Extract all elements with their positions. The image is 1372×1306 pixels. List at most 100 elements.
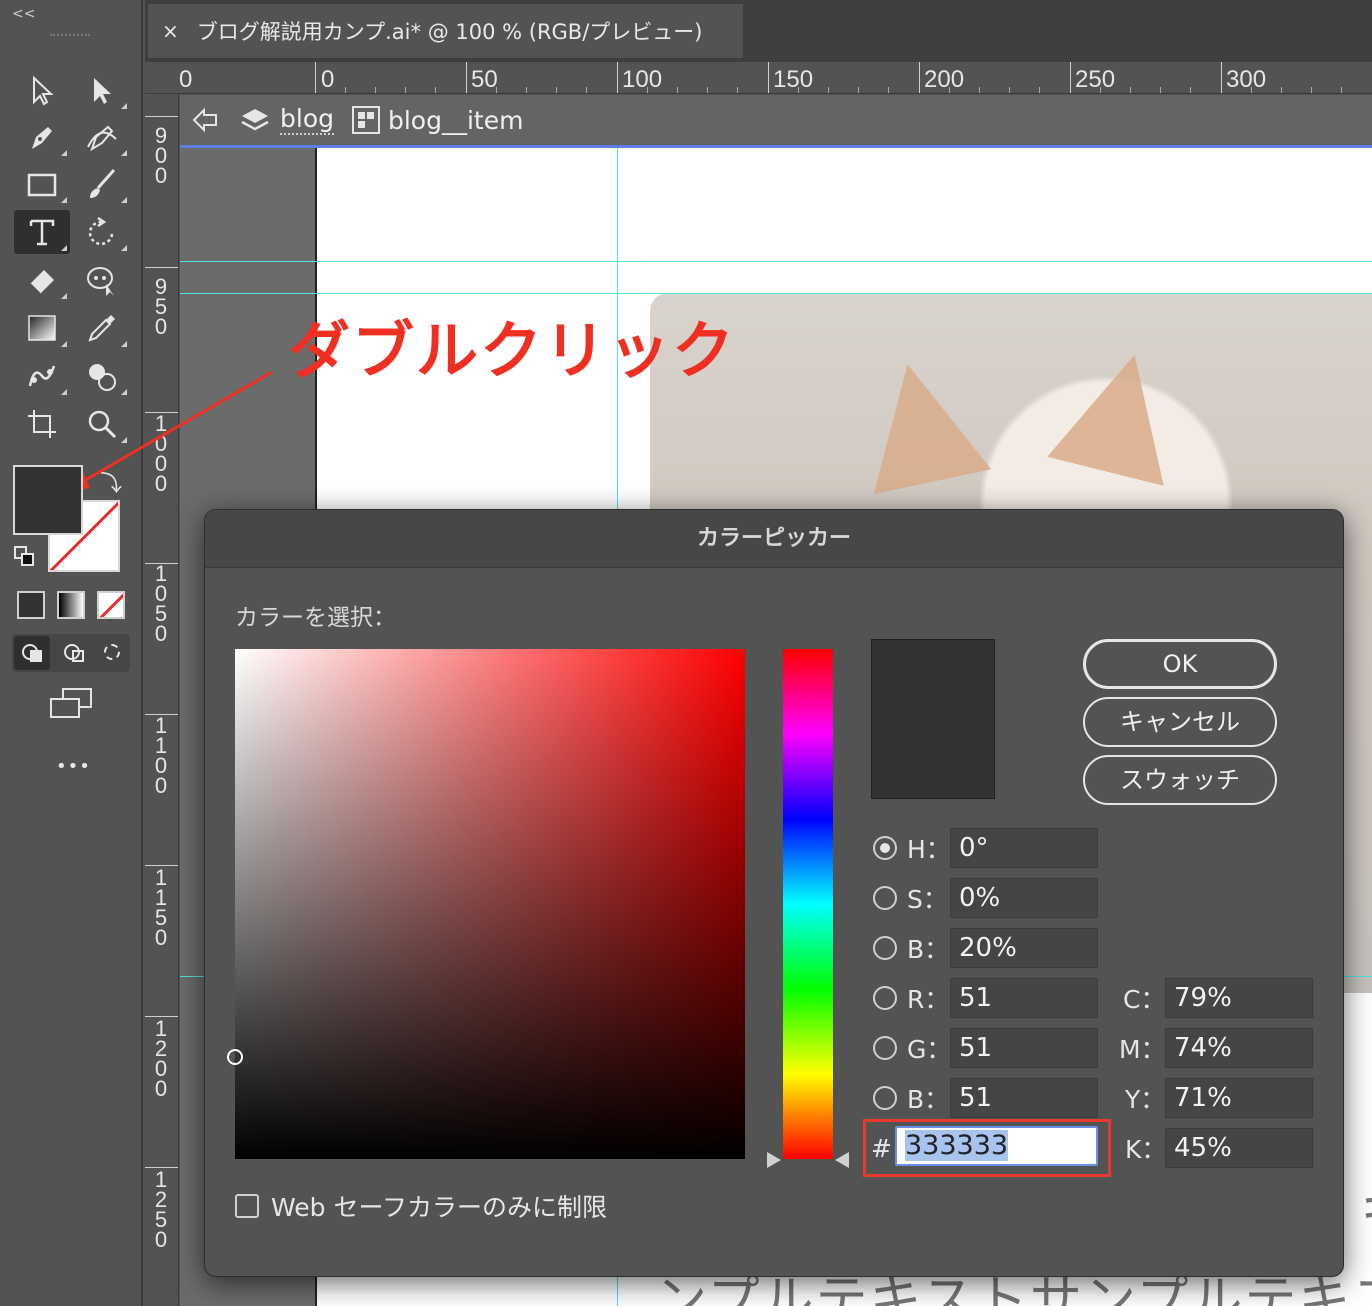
direct-selection-tool[interactable] — [74, 68, 130, 112]
group-icon — [351, 106, 380, 134]
green-field[interactable]: 51 — [950, 1028, 1098, 1068]
black-row: K： — [1125, 1128, 1166, 1168]
direct-selection-arrow-icon — [94, 78, 111, 104]
dialog-title: カラーピッカー — [205, 510, 1343, 568]
cancel-button[interactable]: キャンセル — [1083, 697, 1277, 747]
default-colors-icon[interactable] — [14, 546, 36, 568]
document-tab-bar: × ブログ解説用カンプ.ai* @ 100 % (RGB/プレビュー) — [145, 0, 1372, 62]
black-field[interactable]: 45% — [1165, 1128, 1313, 1168]
draw-normal-icon[interactable] — [14, 636, 50, 670]
blue-label: B： — [907, 1085, 950, 1114]
hue-slider-right-arrow[interactable] — [835, 1152, 849, 1168]
hex-value: 333333 — [905, 1130, 1009, 1161]
yellow-field[interactable]: 71% — [1165, 1078, 1313, 1118]
breadcrumb-layer[interactable]: blog — [280, 105, 334, 135]
green-radio[interactable] — [873, 1036, 897, 1060]
selection-tool[interactable] — [14, 68, 70, 112]
vertical-ruler[interactable]: 900 950 1000 1050 1100 1150 1200 1250 — [145, 94, 179, 1306]
hex-input[interactable]: 333333 — [895, 1126, 1098, 1166]
draw-behind-icon[interactable] — [56, 636, 92, 670]
hue-label: H： — [907, 835, 951, 864]
web-safe-checkbox[interactable] — [235, 1194, 259, 1218]
ruler-label: 1200 — [154, 1016, 168, 1101]
more-tools-icon[interactable]: ••• — [56, 756, 91, 777]
brightness-radio[interactable] — [873, 936, 897, 960]
swatches-button[interactable]: スウォッチ — [1083, 755, 1277, 805]
artboard-icon — [28, 410, 56, 438]
red-radio[interactable] — [873, 986, 897, 1010]
gradient-tool[interactable] — [14, 306, 70, 350]
cyan-label: C： — [1123, 985, 1166, 1014]
layer-icon — [240, 105, 270, 135]
color-field-handle[interactable] — [227, 1049, 243, 1065]
current-color-swatch — [871, 639, 995, 799]
close-tab-icon[interactable]: × — [162, 19, 179, 43]
saturation-label: S： — [907, 885, 948, 914]
ruler-label: 0 — [321, 66, 335, 93]
ruler-label: 100 — [622, 66, 663, 93]
pen-icon — [32, 127, 52, 149]
saturation-radio[interactable] — [873, 886, 897, 910]
blend-tool[interactable] — [14, 354, 70, 398]
blue-radio[interactable] — [873, 1086, 897, 1110]
magnifier-icon — [88, 410, 117, 439]
puppet-warp-tool[interactable] — [74, 258, 130, 302]
cyan-field[interactable]: 79% — [1165, 978, 1313, 1018]
none-mode-button[interactable] — [97, 591, 125, 619]
annotation-label: ダブルクリック — [288, 314, 737, 387]
red-row: R： — [873, 978, 949, 1018]
curvature-pen-icon — [87, 125, 117, 152]
green-label: G： — [907, 1035, 952, 1064]
ruler-label: 1150 — [154, 865, 168, 950]
pen-tool[interactable] — [14, 115, 70, 159]
eyedropper-tool[interactable] — [74, 306, 130, 350]
zoom-tool[interactable] — [74, 402, 130, 446]
ruler-label: 950 — [154, 274, 168, 339]
breadcrumb-group[interactable]: blog__item — [388, 106, 523, 135]
shape-builder-tool[interactable] — [74, 354, 130, 398]
gradient-mode-button[interactable] — [57, 591, 85, 619]
cyan-row: C： — [1123, 978, 1165, 1018]
ok-button[interactable]: OK — [1083, 639, 1277, 689]
blue-field[interactable]: 51 — [950, 1078, 1098, 1118]
select-color-label: カラーを選択： — [235, 605, 396, 631]
ruler-label: 1000 — [154, 411, 168, 496]
type-t-icon — [29, 219, 55, 246]
paintbrush-tool[interactable] — [74, 162, 130, 206]
swap-arrow-icon[interactable]: ⤵ — [100, 466, 122, 498]
hue-radio[interactable] — [873, 836, 897, 860]
rectangle-tool[interactable] — [14, 162, 70, 206]
gradient-icon — [28, 315, 56, 341]
red-field[interactable]: 51 — [950, 978, 1098, 1018]
draw-inside-icon[interactable] — [96, 636, 132, 670]
panel-grip[interactable] — [50, 34, 90, 40]
brightness-field[interactable]: 20% — [950, 928, 1098, 968]
rotate-tool[interactable] — [74, 210, 130, 254]
web-safe-option[interactable]: Web セーフカラーのみに制限 — [235, 1188, 607, 1224]
saturation-field[interactable]: 0% — [950, 878, 1098, 918]
rectangle-icon — [27, 173, 57, 197]
color-mode-button[interactable] — [17, 591, 45, 619]
saturation-brightness-field[interactable] — [227, 649, 745, 1159]
hue-slider-left-arrow[interactable] — [767, 1152, 781, 1168]
document-tab[interactable]: × ブログ解説用カンプ.ai* @ 100 % (RGB/プレビュー) — [148, 4, 743, 58]
hue-slider[interactable] — [783, 649, 833, 1159]
fill-swatch[interactable] — [13, 465, 83, 535]
ruler-label: 1050 — [154, 561, 168, 646]
horizontal-ruler[interactable]: 0 0 50 100 150 200 250 300 — [145, 62, 1372, 94]
green-row: G： — [873, 1028, 952, 1068]
back-arrow-icon[interactable] — [190, 105, 220, 135]
isolation-mode-bar: blog blog__item — [180, 95, 1372, 145]
type-tool[interactable] — [14, 210, 70, 254]
collapse-panel-button[interactable]: << — [12, 6, 35, 22]
hue-field[interactable]: 0° — [950, 828, 1098, 868]
eraser-tool[interactable] — [14, 258, 70, 302]
ruler-label: 1100 — [154, 713, 168, 798]
selection-arrow-icon — [33, 75, 54, 106]
screen-mode-icon[interactable] — [50, 688, 94, 720]
ruler-label: 1250 — [154, 1167, 168, 1252]
magenta-field[interactable]: 74% — [1165, 1028, 1313, 1068]
hex-row: # — [871, 1128, 892, 1168]
artboard-tool[interactable] — [14, 402, 70, 446]
curvature-tool[interactable] — [74, 115, 130, 159]
